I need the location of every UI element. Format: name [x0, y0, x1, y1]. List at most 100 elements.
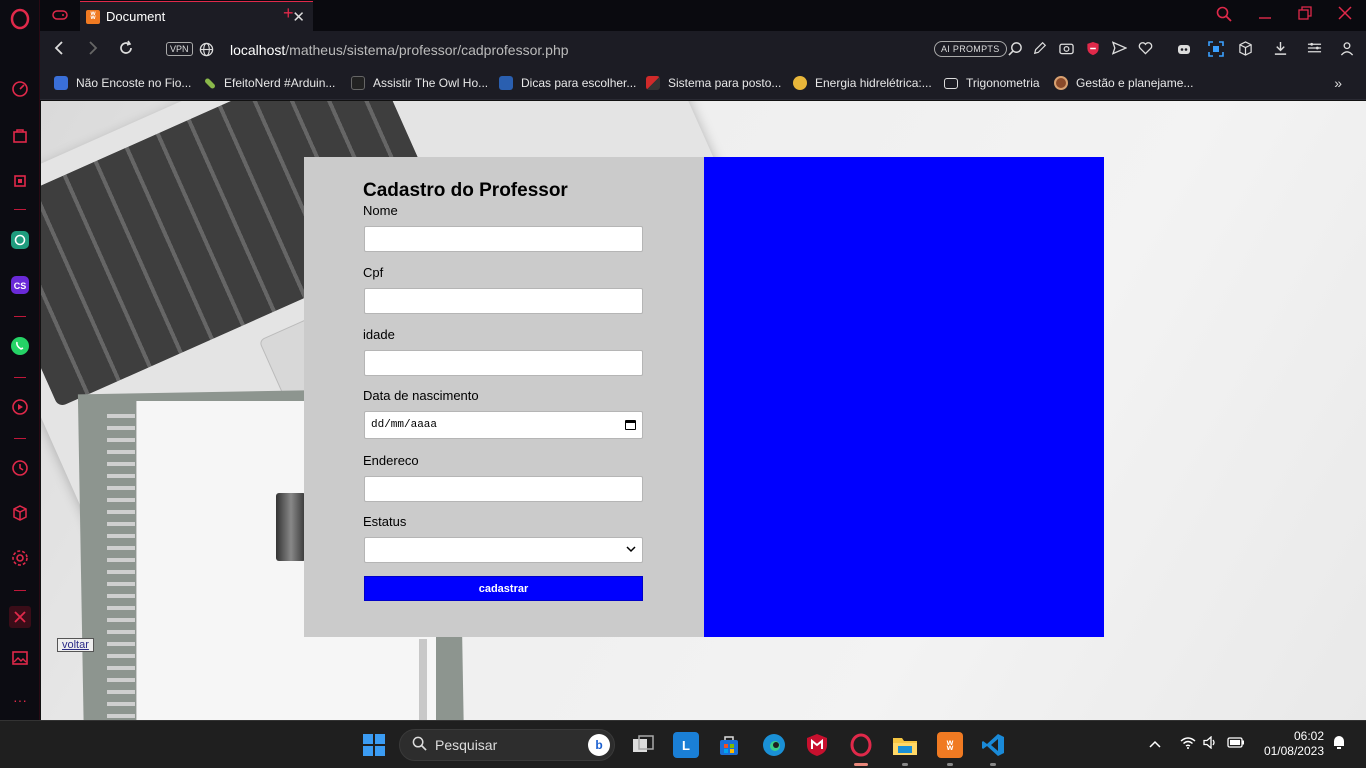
page-viewport: Cadastro do Professor Nome Cpf idade Dat… [41, 101, 1366, 720]
address-bar-row: VPN localhost/matheus/sistema/professor/… [40, 31, 1366, 69]
globe-icon[interactable] [199, 42, 214, 62]
close-window-icon[interactable] [1338, 6, 1352, 23]
battery-icon[interactable] [1227, 736, 1245, 751]
crossed-tools-icon[interactable] [9, 606, 31, 628]
clock-time: 06:02 [1293, 729, 1324, 743]
windows-taskbar: Pesquisar b L ʬ 06:02 01/08/2023 [0, 720, 1366, 768]
idade-input[interactable] [364, 350, 643, 376]
bookmark-item[interactable]: Gestão e planejame... [1054, 76, 1193, 90]
cpf-input[interactable] [364, 288, 643, 314]
reload-icon[interactable] [118, 40, 134, 61]
camera-icon[interactable] [1058, 41, 1074, 58]
taskbar-clock[interactable]: 06:02 01/08/2023 [1258, 729, 1324, 759]
bing-icon[interactable]: b [588, 734, 610, 756]
chip-icon[interactable] [9, 170, 31, 192]
opera-sidebar: CS ··· [0, 0, 40, 720]
edit-icon[interactable] [1032, 41, 1048, 58]
shopping-bag-icon[interactable] [9, 124, 31, 146]
ai-prompts-button[interactable]: AI PROMPTS [934, 41, 1007, 57]
cube-icon[interactable] [9, 502, 31, 524]
whatsapp-icon[interactable] [9, 335, 31, 357]
bookmark-favicon-icon [1054, 76, 1068, 90]
box-icon[interactable] [1237, 41, 1253, 59]
restore-icon[interactable] [1298, 6, 1312, 23]
bookmark-item[interactable]: Energia hidrelétrica:... [793, 76, 932, 90]
endereco-label: Endereco [363, 453, 419, 468]
lens-search-icon[interactable] [1007, 41, 1023, 59]
cadastrar-button[interactable]: cadastrar [364, 576, 643, 601]
adblock-shield-icon[interactable] [1085, 41, 1101, 59]
nome-input[interactable] [364, 226, 643, 252]
opera-taskbar-icon[interactable] [848, 732, 874, 758]
back-icon[interactable] [52, 40, 66, 61]
history-icon[interactable] [9, 457, 31, 479]
tray-chevron-up-icon[interactable] [1149, 736, 1161, 751]
notification-bell-icon[interactable] [1332, 734, 1346, 753]
forward-icon[interactable] [86, 40, 100, 61]
clock-date: 01/08/2023 [1263, 744, 1324, 758]
voltar-link[interactable]: voltar [57, 638, 94, 652]
bookmarks-more-icon[interactable]: » [1334, 75, 1342, 91]
blue-side-panel [704, 157, 1104, 637]
more-dots-icon[interactable]: ··· [9, 689, 31, 711]
cs-app-icon[interactable]: CS [9, 274, 31, 296]
new-tab-button[interactable]: + [283, 3, 294, 24]
task-view-icon[interactable] [630, 732, 656, 758]
file-explorer-icon[interactable] [892, 732, 918, 758]
chatgpt-icon[interactable] [9, 229, 31, 251]
volume-icon[interactable] [1203, 735, 1217, 752]
wifi-icon[interactable] [1180, 736, 1196, 752]
heart-icon[interactable] [1137, 41, 1153, 58]
bookmark-item[interactable]: Dicas para escolher... [499, 76, 636, 90]
microsoft-store-icon[interactable] [716, 732, 742, 758]
snapshot-icon[interactable] [1208, 41, 1224, 60]
tab-title: Document [106, 9, 166, 24]
calendar-icon[interactable] [625, 420, 636, 430]
player-icon[interactable] [9, 396, 31, 418]
idade-label: idade [363, 327, 395, 342]
cpf-label: Cpf [363, 265, 384, 280]
estatus-label: Estatus [363, 514, 407, 529]
tab-document[interactable]: ʬ Document ✕ [80, 1, 313, 31]
bookmark-favicon-icon [203, 76, 217, 90]
bookmark-item[interactable]: Assistir The Owl Ho... [351, 76, 488, 90]
search-tabs-icon[interactable] [1216, 6, 1232, 25]
date-placeholder: dd/mm/aaaa [371, 419, 438, 431]
tab-close-icon[interactable]: ✕ [292, 8, 305, 26]
profile-icon[interactable] [1339, 41, 1355, 59]
robot-extension-icon[interactable] [1176, 41, 1192, 60]
settings-gear-icon[interactable] [9, 547, 31, 569]
svg-text:CS: CS [14, 281, 27, 291]
register-form-card: Cadastro do Professor Nome Cpf idade Dat… [304, 157, 704, 637]
nascimento-date-input[interactable]: dd/mm/aaaa [364, 411, 643, 439]
estatus-select[interactable] [364, 537, 643, 563]
gamepad-icon[interactable] [52, 8, 68, 27]
vpn-badge[interactable]: VPN [166, 42, 193, 56]
windows-start-icon[interactable] [361, 732, 387, 758]
mcafee-icon[interactable] [804, 732, 830, 758]
gallery-icon[interactable] [9, 647, 31, 669]
bookmark-item[interactable]: EfeitoNerd #Arduin... [203, 76, 335, 90]
minimize-icon[interactable] [1258, 6, 1272, 23]
xampp-icon[interactable]: ʬ [937, 732, 963, 758]
endereco-input[interactable] [364, 476, 643, 502]
nome-label: Nome [363, 203, 398, 218]
taskbar-search-box[interactable]: Pesquisar b [399, 729, 615, 761]
bookmark-item[interactable]: Sistema para posto... [646, 76, 781, 90]
url-path: /matheus/sistema/professor/cadprofessor.… [285, 42, 569, 58]
vscode-icon[interactable] [980, 732, 1006, 758]
l-app-icon[interactable]: L [673, 732, 699, 758]
download-icon[interactable] [1272, 41, 1288, 59]
bookmark-item[interactable]: Não Encoste no Fio... [54, 76, 191, 90]
bookmark-folder[interactable]: Trigonometria [944, 76, 1040, 90]
edge-icon[interactable] [761, 732, 787, 758]
tab-strip: ʬ Document ✕ + [40, 0, 1366, 31]
opera-logo-icon[interactable] [9, 8, 31, 30]
send-icon[interactable] [1111, 41, 1128, 58]
form-title: Cadastro do Professor [363, 180, 568, 201]
url-field[interactable]: localhost/matheus/sistema/professor/cadp… [230, 42, 569, 58]
speed-dial-icon[interactable] [9, 78, 31, 100]
search-icon [412, 736, 427, 754]
bookmark-favicon-icon [351, 76, 365, 90]
easy-setup-icon[interactable] [1306, 41, 1322, 58]
